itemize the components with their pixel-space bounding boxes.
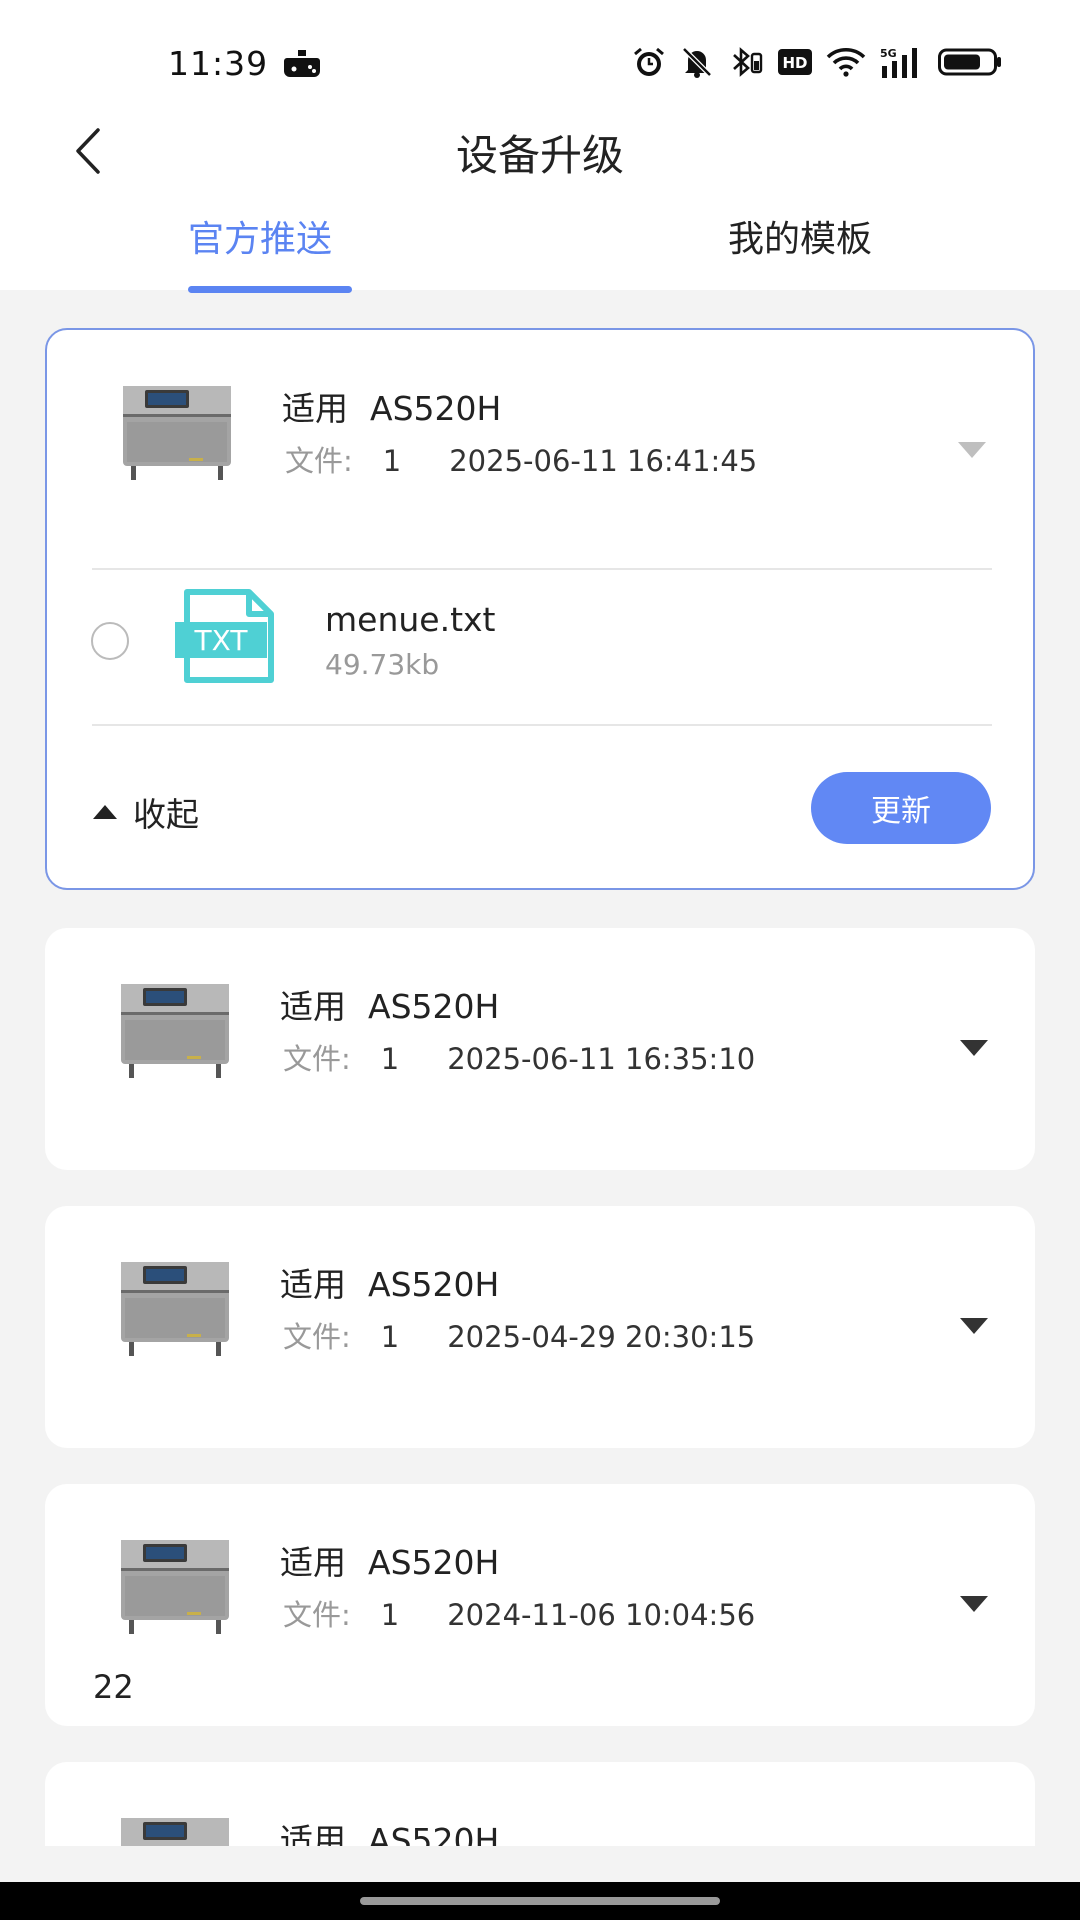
5g-signal-icon: 5G <box>880 46 924 78</box>
list-bottom-mask <box>0 1846 1080 1882</box>
status-icons: HD 5G <box>632 46 1002 78</box>
file-name: menue.txt <box>325 600 496 639</box>
applicable-label: 适用 <box>282 389 348 428</box>
hd-label: HD <box>782 54 807 72</box>
triangle-up-icon <box>93 805 117 819</box>
header: 设备升级 官方推送 我的模板 <box>0 110 1080 293</box>
applicable-label: 适用 <box>280 987 346 1026</box>
files-label: 文件: <box>285 444 353 478</box>
tab-indicator <box>188 286 352 293</box>
expand-toggle-icon[interactable] <box>959 1316 989 1336</box>
files-label: 文件: <box>283 1320 351 1354</box>
files-label: 文件: <box>283 1042 351 1076</box>
bluetooth-icon <box>728 46 764 78</box>
file-size: 49.73kb <box>325 648 440 681</box>
card-applicable: 适用 AS520H <box>280 1258 499 1306</box>
network-label: 5G <box>880 47 897 60</box>
device-model: AS520H <box>368 987 500 1026</box>
files-label: 文件: <box>283 1598 351 1632</box>
device-model: AS520H <box>370 389 502 428</box>
card-applicable: 适用 AS520H <box>280 980 499 1028</box>
device-model: AS520H <box>368 1543 500 1582</box>
release-date: 2025-06-11 16:41:45 <box>449 444 758 478</box>
expand-toggle-icon[interactable] <box>959 1594 989 1614</box>
file-count: 1 <box>380 1042 400 1076</box>
file-select-radio[interactable] <box>91 622 129 660</box>
oven-device-image <box>121 984 229 1078</box>
expand-toggle-icon[interactable] <box>957 440 987 460</box>
update-button[interactable]: 更新 <box>811 772 991 844</box>
device-upgrade-screen: 11:39 HD 5G 设备升级 官方推送 我的模板 适用 AS520H 文件:… <box>0 0 1080 1920</box>
release-date: 2024-11-06 10:04:56 <box>447 1598 756 1632</box>
card-meta: 文件: 1 2024-11-06 10:04:56 <box>283 1592 755 1634</box>
collapse-label: 收起 <box>133 795 199 834</box>
applicable-label: 适用 <box>280 1543 346 1582</box>
card-applicable: 适用 AS520H <box>282 382 501 430</box>
status-time: 11:39 <box>168 44 269 83</box>
oven-device-image <box>121 1262 229 1356</box>
wifi-icon <box>826 47 866 77</box>
oven-device-image <box>123 386 231 480</box>
applicable-label: 适用 <box>280 1265 346 1304</box>
release-date: 2025-04-29 20:30:15 <box>447 1320 756 1354</box>
alarm-icon <box>632 46 666 78</box>
firmware-card[interactable]: 适用 AS520H 文件: 1 2025-06-11 16:41:45 TXT men… <box>45 328 1035 890</box>
oven-device-image <box>121 1540 229 1634</box>
firmware-card[interactable]: 适用 AS520H 文件: 1 2025-06-11 16:35:10 <box>45 928 1035 1170</box>
card-meta: 文件: 1 2025-04-29 20:30:15 <box>283 1314 755 1356</box>
release-date: 2025-06-11 16:35:10 <box>447 1042 756 1076</box>
collapse-button[interactable]: 收起 <box>91 788 199 836</box>
battery-icon <box>938 47 1002 77</box>
expand-toggle-icon[interactable] <box>959 1038 989 1058</box>
home-gesture-handle[interactable] <box>360 1897 720 1905</box>
firmware-card[interactable]: 适用 AS520H 文件: 1 2024-11-06 10:04:56 22 <box>45 1484 1035 1726</box>
file-row[interactable]: TXT menue.txt 49.73kb <box>47 568 1037 688</box>
game-controller-icon <box>284 50 320 82</box>
mute-icon <box>680 46 714 78</box>
tab-bar: 官方推送 我的模板 <box>0 210 1080 290</box>
file-count: 1 <box>382 444 402 478</box>
tab-my-templates[interactable]: 我的模板 <box>728 210 872 290</box>
txt-file-icon: TXT <box>175 589 274 683</box>
file-count: 1 <box>380 1320 400 1354</box>
card-meta: 文件: 1 2025-06-11 16:35:10 <box>283 1036 755 1078</box>
firmware-card[interactable]: 适用 AS520H 文件: 1 2025-04-29 20:30:15 <box>45 1206 1035 1448</box>
status-bar: 11:39 HD 5G <box>0 0 1080 110</box>
divider <box>92 724 992 726</box>
card-description: 22 <box>93 1668 134 1706</box>
card-applicable: 适用 AS520H <box>280 1536 499 1584</box>
device-model: AS520H <box>368 1265 500 1304</box>
file-count: 1 <box>380 1598 400 1632</box>
page-title: 设备升级 <box>455 131 624 180</box>
hd-icon: HD <box>778 49 812 75</box>
card-meta: 文件: 1 2025-06-11 16:41:45 <box>285 438 757 480</box>
tab-official-push[interactable]: 官方推送 <box>188 210 332 290</box>
system-nav-bar <box>0 1882 1080 1920</box>
file-type-label: TXT <box>194 624 249 657</box>
